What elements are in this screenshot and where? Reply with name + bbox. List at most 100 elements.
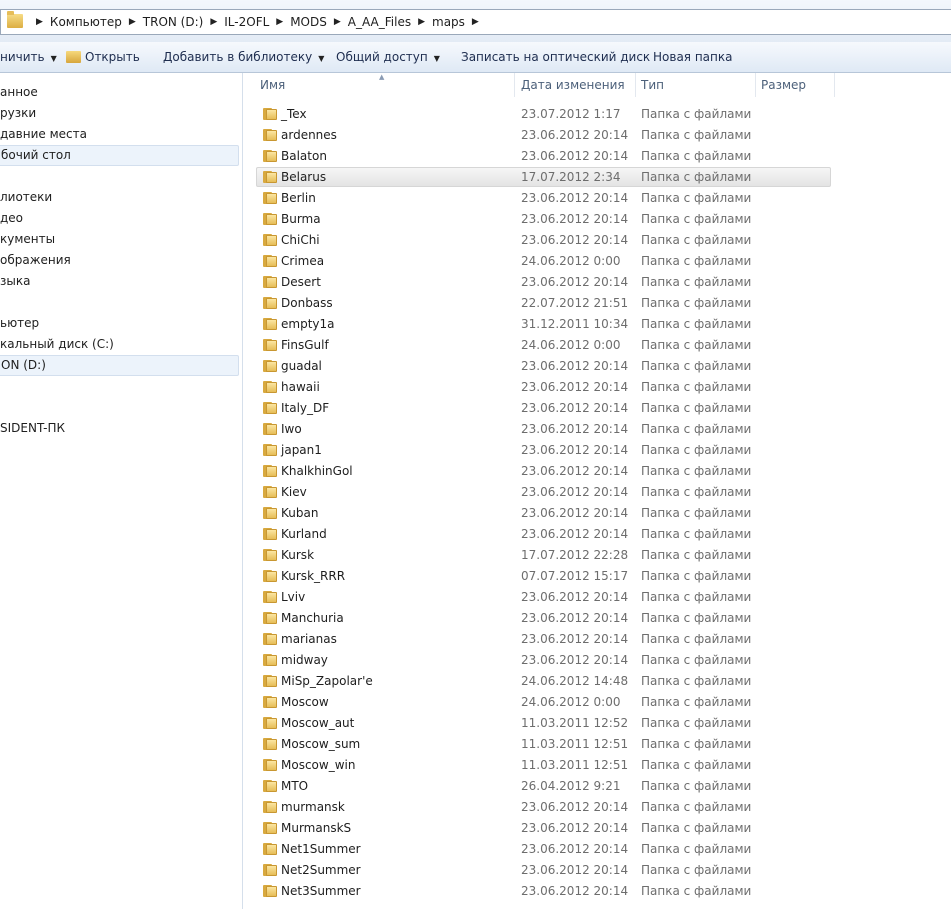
file-row[interactable]: hawaii 23.06.2012 20:14 Папка с файлами bbox=[243, 377, 951, 398]
file-row[interactable]: Burma 23.06.2012 20:14 Папка с файлами bbox=[243, 209, 951, 230]
file-row[interactable]: _Tex 23.07.2012 1:17 Папка с файлами bbox=[243, 104, 951, 125]
file-name: Kursk_RRR bbox=[281, 569, 346, 583]
folder-icon bbox=[263, 633, 277, 645]
file-row[interactable]: Moscow_sum 11.03.2011 12:51 Папка с файлам… bbox=[243, 734, 951, 755]
file-row[interactable]: Moscow 24.06.2012 0:00 Папка с файлами bbox=[243, 692, 951, 713]
chevron-right-icon[interactable]: ▶ bbox=[276, 17, 283, 27]
chevron-right-icon[interactable]: ▶ bbox=[210, 17, 217, 27]
nav-item-desktop[interactable]: бочий стол bbox=[0, 145, 239, 166]
file-row[interactable]: Moscow_win 11.03.2011 12:51 Папка с файлам… bbox=[243, 755, 951, 776]
file-row[interactable]: MurmanskS 23.06.2012 20:14 Папка с файлами bbox=[243, 818, 951, 839]
file-row[interactable]: Desert 23.06.2012 20:14 Папка с файлами bbox=[243, 272, 951, 293]
file-row[interactable]: Belarus 17.07.2012 2:34 Папка с файлами bbox=[243, 167, 951, 188]
chevron-right-icon[interactable]: ▶ bbox=[418, 17, 425, 27]
file-row[interactable]: KhalkhinGol 23.06.2012 20:14 Папка с файла… bbox=[243, 461, 951, 482]
file-row[interactable]: MiSp_Zapolar'e 24.06.2012 14:48 Папка с фа… bbox=[243, 671, 951, 692]
file-date: 23.06.2012 20:14 bbox=[521, 191, 629, 205]
nav-item-tron-d[interactable]: ON (D:) bbox=[0, 355, 239, 376]
file-row[interactable]: Kurland 23.06.2012 20:14 Папка с файлами bbox=[243, 524, 951, 545]
file-row[interactable]: midway 23.06.2012 20:14 Папка с файлами bbox=[243, 650, 951, 671]
nav-item-computer[interactable]: ьютер bbox=[0, 313, 39, 334]
dropdown-arrow-icon: ▼ bbox=[318, 54, 325, 63]
file-type: Папка с файлами bbox=[641, 464, 752, 478]
file-type: Папка с файлами bbox=[641, 548, 752, 562]
burn-button[interactable]: Записать на оптический диск bbox=[461, 42, 650, 72]
breadcrumb-aa-files[interactable]: A_AA_Files bbox=[348, 15, 411, 29]
folder-icon bbox=[263, 318, 277, 330]
open-button[interactable]: Открыть bbox=[66, 42, 140, 72]
file-type: Папка с файлами bbox=[641, 422, 752, 436]
file-date: 23.06.2012 20:14 bbox=[521, 653, 629, 667]
chevron-right-icon[interactable]: ▶ bbox=[334, 17, 341, 27]
organize-label: ничить bbox=[0, 50, 45, 64]
file-row[interactable]: Italy_DF 23.06.2012 20:14 Папка с файлами bbox=[243, 398, 951, 419]
file-type: Папка с файлами bbox=[641, 527, 752, 541]
folder-icon bbox=[263, 192, 277, 204]
file-row[interactable]: Iwo 23.06.2012 20:14 Папка с файлами bbox=[243, 419, 951, 440]
breadcrumb-mods[interactable]: MODS bbox=[290, 15, 327, 29]
file-row[interactable]: Net3Summer 23.06.2012 20:14 Папка с файлам… bbox=[243, 881, 951, 902]
folder-icon bbox=[263, 507, 277, 519]
file-row[interactable]: Net1Summer 23.06.2012 20:14 Папка с файлам… bbox=[243, 839, 951, 860]
nav-item-network-pc[interactable]: SIDENT-ПК bbox=[0, 418, 65, 439]
file-row[interactable]: Kursk_RRR 07.07.2012 15:17 Папка с файлами bbox=[243, 566, 951, 587]
file-row[interactable]: Net2Summer 23.06.2012 20:14 Папка с файлам… bbox=[243, 860, 951, 881]
breadcrumb-drive[interactable]: TRON (D:) bbox=[143, 15, 204, 29]
nav-item-documents[interactable]: кументы bbox=[0, 229, 55, 250]
file-name: Kurland bbox=[281, 527, 327, 541]
nav-item-video[interactable]: део bbox=[0, 208, 23, 229]
file-name: ChiChi bbox=[281, 233, 320, 247]
file-row[interactable]: Lviv 23.06.2012 20:14 Папка с файлами bbox=[243, 587, 951, 608]
file-type: Папка с файлами bbox=[641, 149, 752, 163]
file-type: Папка с файлами bbox=[641, 296, 752, 310]
nav-item-music[interactable]: зыка bbox=[0, 271, 30, 292]
share-button[interactable]: Общий доступ ▼ bbox=[336, 42, 440, 72]
file-row[interactable]: empty1a 31.12.2011 10:34 Папка с файлами bbox=[243, 314, 951, 335]
file-row[interactable]: Moscow_aut 11.03.2011 12:52 Папка с файлам… bbox=[243, 713, 951, 734]
file-row[interactable]: guadal 23.06.2012 20:14 Папка с файлами bbox=[243, 356, 951, 377]
nav-item-recent-places[interactable]: давние места bbox=[0, 124, 87, 145]
nav-item-local-disk-c[interactable]: кальный диск (C:) bbox=[0, 334, 114, 355]
file-row[interactable]: Kursk 17.07.2012 22:28 Папка с файлами bbox=[243, 545, 951, 566]
organize-button[interactable]: ничить ▼ bbox=[0, 42, 57, 72]
file-date: 31.12.2011 10:34 bbox=[521, 317, 629, 331]
file-row[interactable]: ChiChi 23.06.2012 20:14 Папка с файлами bbox=[243, 230, 951, 251]
file-row[interactable]: MTO 26.04.2012 9:21 Папка с файлами bbox=[243, 776, 951, 797]
file-row[interactable]: FinsGulf 24.06.2012 0:00 Папка с файлами bbox=[243, 335, 951, 356]
column-header-date[interactable]: Дата изменения bbox=[516, 73, 636, 97]
column-header-type[interactable]: Тип bbox=[636, 73, 756, 97]
add-to-library-button[interactable]: Добавить в библиотеку ▼ bbox=[163, 42, 324, 72]
file-row[interactable]: Berlin 23.06.2012 20:14 Папка с файлами bbox=[243, 188, 951, 209]
nav-item-favorites[interactable]: анное bbox=[0, 82, 38, 103]
file-date: 23.06.2012 20:14 bbox=[521, 821, 629, 835]
file-row[interactable]: murmansk 23.06.2012 20:14 Папка с файлами bbox=[243, 797, 951, 818]
file-type: Папка с файлами bbox=[641, 779, 752, 793]
file-row[interactable]: ardennes 23.06.2012 20:14 Папка с файлами bbox=[243, 125, 951, 146]
file-name: ardennes bbox=[281, 128, 337, 142]
nav-item-downloads[interactable]: рузки bbox=[0, 103, 36, 124]
file-name: Kiev bbox=[281, 485, 307, 499]
file-row[interactable]: japan1 23.06.2012 20:14 Папка с файлами bbox=[243, 440, 951, 461]
new-folder-button[interactable]: Новая папка bbox=[653, 42, 732, 72]
nav-item-pictures[interactable]: ображения bbox=[0, 250, 71, 271]
column-header-size[interactable]: Размер bbox=[756, 73, 835, 97]
chevron-right-icon[interactable]: ▶ bbox=[36, 17, 43, 27]
column-header-name[interactable]: Имя bbox=[255, 73, 515, 97]
chevron-right-icon[interactable]: ▶ bbox=[129, 17, 136, 27]
file-name: Kuban bbox=[281, 506, 319, 520]
nav-item-libraries[interactable]: лиотеки bbox=[0, 187, 52, 208]
file-row[interactable]: Balaton 23.06.2012 20:14 Папка с файлами bbox=[243, 146, 951, 167]
address-bar[interactable]: ▶ Компьютер ▶ TRON (D:) ▶ IL-2OFL ▶ MODS… bbox=[0, 9, 951, 35]
breadcrumb-maps[interactable]: maps bbox=[432, 15, 465, 29]
file-row[interactable]: Manchuria 23.06.2012 20:14 Папка с файлами bbox=[243, 608, 951, 629]
file-row[interactable]: Kiev 23.06.2012 20:14 Папка с файлами bbox=[243, 482, 951, 503]
file-row[interactable]: Donbass 22.07.2012 21:51 Папка с файлами bbox=[243, 293, 951, 314]
folder-icon bbox=[263, 297, 277, 309]
file-row[interactable]: Kuban 23.06.2012 20:14 Папка с файлами bbox=[243, 503, 951, 524]
chevron-right-icon[interactable]: ▶ bbox=[472, 17, 479, 27]
file-row[interactable]: Crimea 24.06.2012 0:00 Папка с файлами bbox=[243, 251, 951, 272]
file-type: Папка с файлами bbox=[641, 653, 752, 667]
file-row[interactable]: marianas 23.06.2012 20:14 Папка с файлами bbox=[243, 629, 951, 650]
breadcrumb-il2ofl[interactable]: IL-2OFL bbox=[224, 15, 269, 29]
breadcrumb-computer[interactable]: Компьютер bbox=[50, 15, 122, 29]
